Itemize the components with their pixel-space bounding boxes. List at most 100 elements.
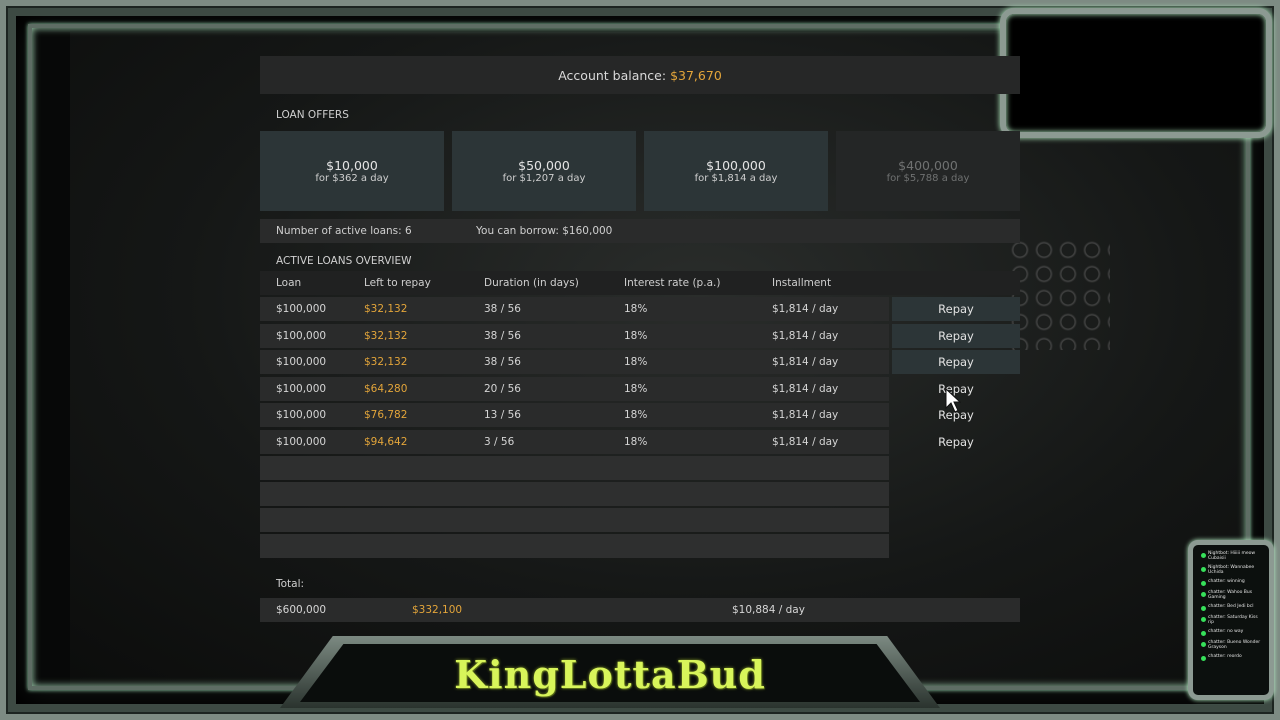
chat-message-text: chatter: winning: [1208, 579, 1245, 584]
offer-amount: $100,000: [706, 158, 766, 173]
offer-rate: for $1,207 a day: [502, 173, 586, 184]
empty-loan-slot: [260, 508, 889, 532]
total-left: $332,100: [412, 604, 463, 616]
empty-loan-slot: [260, 534, 889, 558]
balance-label: Account balance:: [558, 67, 667, 83]
chat-message: chatter: no way: [1201, 629, 1265, 636]
loan-offer-400000: $400,000 for $5,788 a day: [836, 131, 1020, 211]
cell-rate: 18%: [624, 329, 648, 342]
chat-badge-icon: [1201, 617, 1206, 622]
loan-row-cells: $100,000 $94,642 3 / 56 18% $1,814 / day: [260, 429, 889, 454]
balance-value: $37,670: [670, 67, 722, 83]
chat-badge-icon: [1201, 606, 1206, 611]
loan-row-cells: $100,000 $32,132 38 / 56 18% $1,814 / da…: [260, 350, 889, 374]
column-header-left: Left to repay: [364, 277, 431, 289]
account-balance-bar: Account balance: $37,670: [260, 56, 1020, 94]
chat-badge-icon: [1201, 592, 1206, 597]
cell-rate: 18%: [624, 356, 648, 368]
cell-rate: 18%: [624, 382, 648, 395]
offer-rate: for $5,788 a day: [886, 173, 970, 184]
loan-row-cells: $100,000 $32,132 38 / 56 18% $1,814 / da…: [260, 323, 889, 348]
cell-duration: 20 / 56: [484, 382, 521, 395]
empty-loan-slot: [260, 482, 889, 506]
cell-loan: $100,000: [276, 382, 327, 395]
cell-duration: 38 / 56: [484, 303, 521, 315]
cell-installment: $1,814 / day: [772, 303, 839, 315]
cell-rate: 18%: [624, 409, 648, 421]
chat-message: chatter: Wahoo Bus Gaming: [1201, 590, 1265, 600]
can-borrow: You can borrow: $160,000: [476, 225, 613, 237]
chat-message-text: Nightbot: Wannabee Uchida: [1208, 565, 1255, 575]
cell-loan: $100,000: [276, 303, 327, 315]
chat-box: Nightbot: Hiiiii meow Cubaisii Nightbot: …: [1188, 540, 1274, 700]
repay-button[interactable]: Repay: [892, 350, 1020, 374]
offer-rate: for $1,814 a day: [694, 173, 778, 184]
column-header-duration: Duration (in days): [484, 277, 579, 289]
chat-badge-icon: [1201, 631, 1206, 636]
active-loans-count: Number of active loans: 6: [276, 225, 412, 237]
empty-loan-slot: [260, 456, 889, 480]
table-row: $100,000 $76,782 13 / 56 18% $1,814 / da…: [260, 403, 1020, 428]
chat-message-text: chatter: Bed Jedi bcl: [1208, 604, 1254, 609]
cell-loan: $100,000: [276, 356, 327, 368]
chat-message: chatter: Saturday Kiss rip: [1201, 615, 1265, 625]
cell-duration: 38 / 56: [484, 329, 521, 342]
total-label: Total:: [276, 578, 305, 590]
table-row: $100,000 $32,132 38 / 56 18% $1,814 / da…: [260, 297, 1020, 322]
table-row: $100,000 $64,280 20 / 56 18% $1,814 / da…: [260, 376, 1020, 402]
mouse-pointer-icon: [945, 388, 961, 413]
table-row: $100,000 $32,132 38 / 56 18% $1,814 / da…: [260, 323, 1020, 349]
cell-left: $32,132: [364, 303, 408, 315]
cell-left: $76,782: [364, 409, 408, 421]
cell-installment: $1,814 / day: [772, 329, 839, 342]
offer-amount: $50,000: [518, 158, 570, 173]
loan-info-bar: Number of active loans: 6 You can borrow…: [260, 219, 1020, 243]
active-loans-title: ACTIVE LOANS OVERVIEW: [276, 255, 412, 267]
offer-rate: for $362 a day: [315, 173, 389, 184]
table-row: $100,000 $32,132 38 / 56 18% $1,814 / da…: [260, 350, 1020, 375]
loan-row-cells: $100,000 $32,132 38 / 56 18% $1,814 / da…: [260, 297, 889, 321]
chat-message-text: chatter: Saturday Kiss rip: [1208, 615, 1258, 625]
column-header-installment: Installment: [772, 277, 832, 289]
chat-message: chatter: Bed Jedi bcl: [1201, 604, 1265, 611]
table-header: Loan Left to repay Duration (in days) In…: [260, 271, 1020, 295]
total-bar: $600,000 $332,100 $10,884 / day: [260, 598, 1020, 622]
repay-button[interactable]: Repay: [892, 297, 1020, 321]
cell-loan: $100,000: [276, 409, 327, 421]
chat-message-text: chatter: no way: [1208, 629, 1244, 634]
chat-message-text: chatter: Bueno Wonder Grayson: [1208, 640, 1261, 650]
chat-message-text: Nightbot: Hiiiii meow Cubaisii: [1208, 551, 1256, 561]
cell-duration: 38 / 56: [484, 356, 521, 368]
loan-offer-50000[interactable]: $50,000 for $1,207 a day: [452, 131, 636, 211]
loan-offer-100000[interactable]: $100,000 for $1,814 a day: [644, 131, 828, 211]
loan-row-cells: $100,000 $76,782 13 / 56 18% $1,814 / da…: [260, 403, 889, 427]
chat-message-text: chatter: reordo: [1208, 654, 1242, 659]
cell-installment: $1,814 / day: [772, 356, 839, 368]
chat-message: chatter: Bueno Wonder Grayson: [1201, 640, 1265, 650]
column-header-loan: Loan: [276, 277, 302, 289]
repay-button[interactable]: Repay: [892, 323, 1020, 348]
cell-rate: 18%: [624, 303, 648, 315]
cell-loan: $100,000: [276, 329, 327, 342]
repay-button[interactable]: Repay: [892, 430, 1020, 454]
chat-message: chatter: reordo: [1201, 654, 1265, 661]
total-installment: $10,884 / day: [732, 604, 805, 616]
offer-amount: $10,000: [326, 158, 378, 173]
chat-badge-icon: [1201, 642, 1206, 647]
cell-left: $32,132: [364, 329, 408, 342]
cell-duration: 13 / 56: [484, 409, 521, 421]
cell-left: $94,642: [364, 435, 408, 448]
loan-offer-10000[interactable]: $10,000 for $362 a day: [260, 131, 444, 211]
chat-badge-icon: [1201, 567, 1206, 572]
cell-duration: 3 / 56: [484, 435, 515, 448]
chat-message: chatter: winning: [1201, 579, 1265, 586]
cell-installment: $1,814 / day: [772, 409, 839, 421]
loan-offers-title: LOAN OFFERS: [276, 109, 349, 121]
chat-message: Nightbot: Hiiiii meow Cubaisii: [1201, 551, 1265, 561]
loan-offers: $10,000 for $362 a day $50,000 for $1,20…: [260, 131, 1020, 211]
chat-message: Nightbot: Wannabee Uchida: [1201, 565, 1265, 575]
chat-badge-icon: [1201, 581, 1206, 586]
cell-left: $64,280: [364, 382, 408, 395]
cell-loan: $100,000: [276, 435, 327, 448]
cell-left: $32,132: [364, 356, 408, 368]
